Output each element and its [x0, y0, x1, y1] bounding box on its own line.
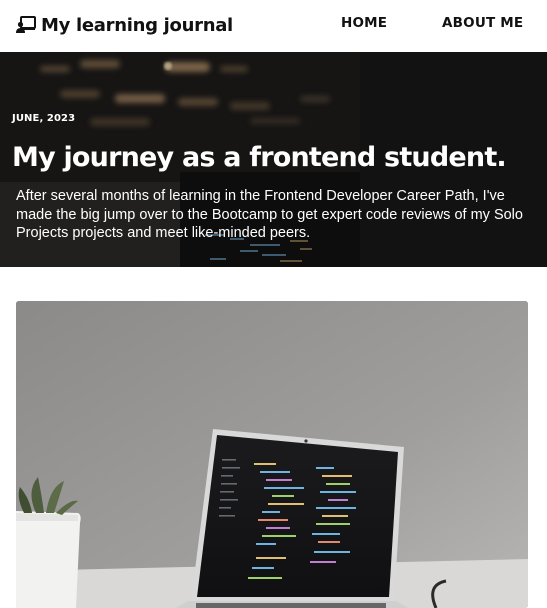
nav-about-link[interactable]: ABOUT ME [442, 15, 523, 31]
featured-image [16, 301, 528, 608]
nav-home-link[interactable]: HOME [341, 15, 387, 31]
post-title: My journey as a frontend student. [12, 142, 507, 173]
site-header: My learning journal HOME ABOUT ME [0, 0, 547, 52]
laptop-user-icon [16, 15, 37, 35]
hero-banner[interactable]: JUNE, 2023 My journey as a frontend stud… [0, 52, 547, 267]
brand-title: My learning journal [41, 14, 233, 36]
post-excerpt: After several months of learning in the … [16, 188, 523, 241]
laptop-photo [16, 301, 528, 608]
post-date: JUNE, 2023 [12, 113, 76, 124]
brand-link[interactable]: My learning journal [16, 12, 233, 38]
